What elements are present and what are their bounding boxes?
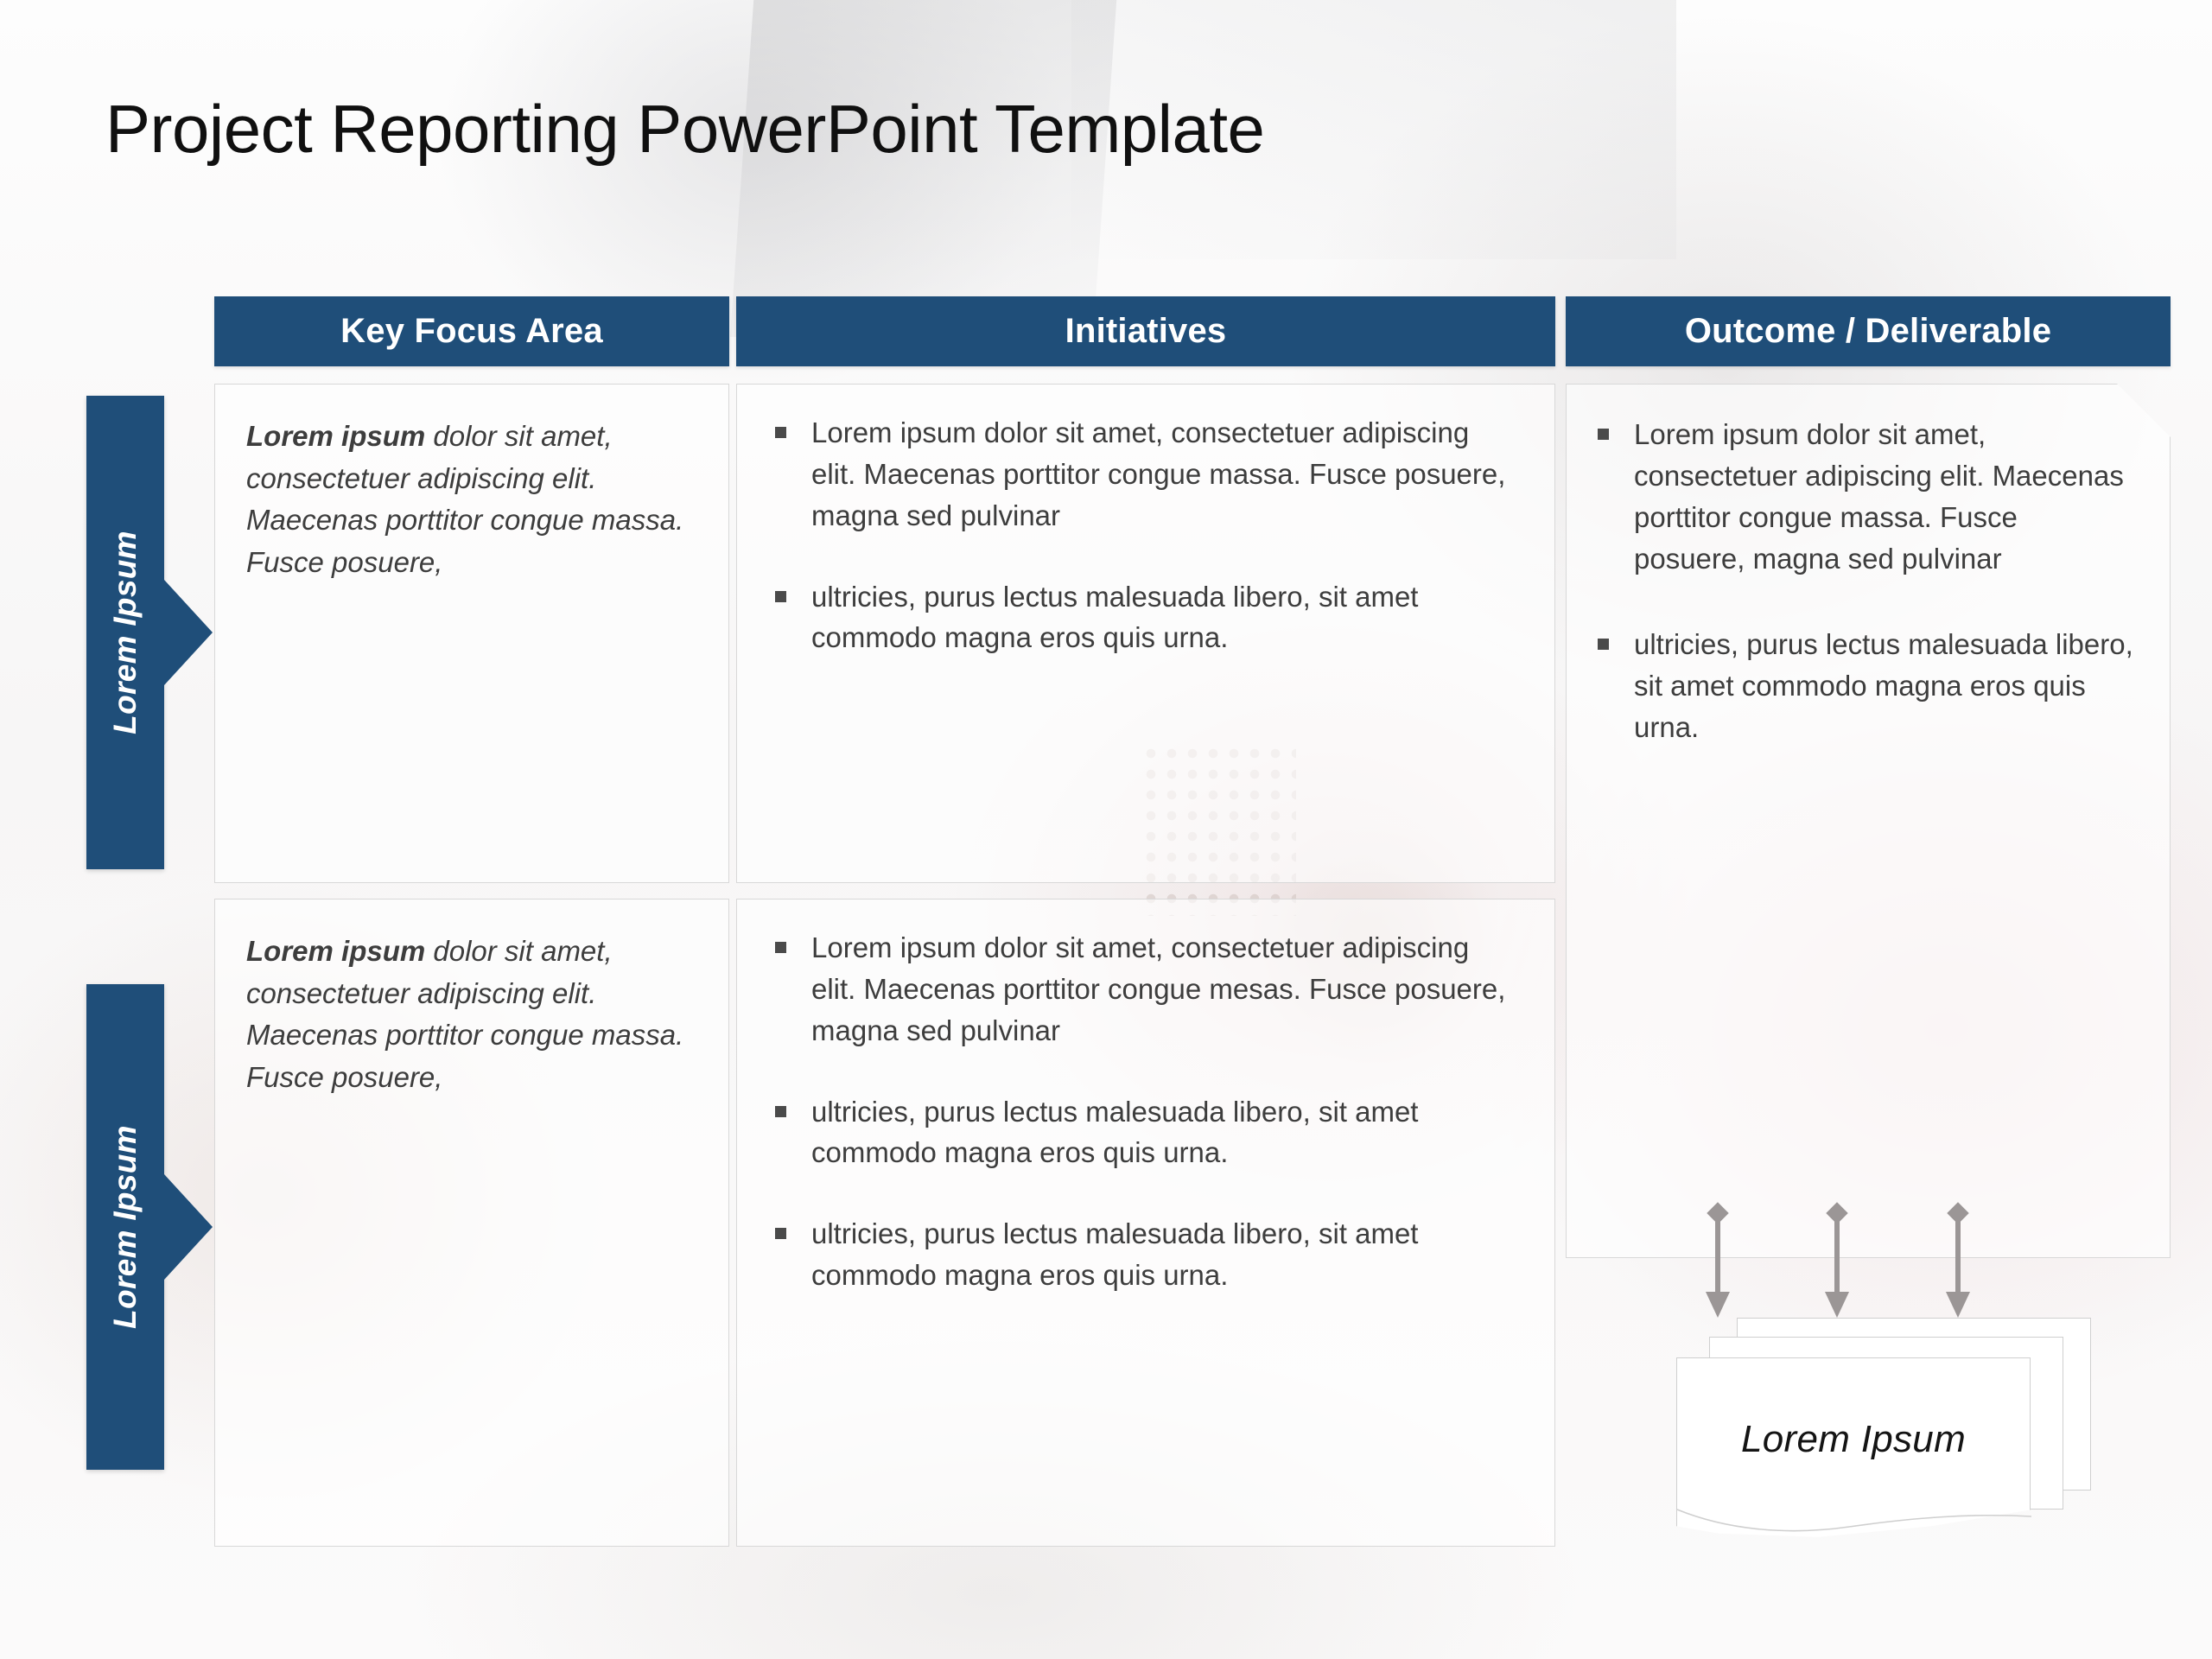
list-item-text: ultricies, purus lectus malesuada libero… [811, 1095, 1419, 1169]
arrow-right-icon [164, 1174, 213, 1280]
initiatives-list-row-1: Lorem ipsum dolor sit amet, consectetuer… [737, 385, 1554, 658]
key-focus-lead-row-2: Lorem ipsum [246, 935, 426, 967]
swimlane-tab-1: Lorem Ipsum [86, 396, 213, 869]
document-card-front: Lorem Ipsum [1676, 1357, 2031, 1537]
key-focus-lead-row-1: Lorem ipsum [246, 420, 426, 452]
list-item-text: ultricies, purus lectus malesuada libero… [811, 580, 1419, 654]
arrow-head [1946, 1292, 1970, 1318]
arrow-down-icon [1946, 1202, 1970, 1318]
swimlane-tab-2: Lorem Ipsum [86, 984, 213, 1470]
column-header-outcome-deliverable: Outcome / Deliverable [1566, 296, 2171, 366]
square-bullet-icon [775, 1228, 786, 1240]
deliverable-label: Lorem Ipsum [1740, 1418, 1967, 1460]
list-item: ultricies, purus lectus malesuada libero… [1594, 624, 2135, 748]
outcome-list: Lorem ipsum dolor sit amet, consectetuer… [1567, 385, 2170, 748]
cell-outcome-deliverable: Lorem ipsum dolor sit amet, consectetuer… [1566, 384, 2171, 1258]
arrow-down-icon [1706, 1202, 1730, 1318]
swimlane-label-2: Lorem Ipsum [107, 1125, 143, 1329]
initiatives-list-row-2: Lorem ipsum dolor sit amet, consectetuer… [737, 899, 1554, 1296]
background-shape-left [729, 0, 1120, 337]
arrow-head [1825, 1292, 1849, 1318]
swimlane-label-1: Lorem Ipsum [107, 531, 143, 734]
arrow-right-icon [164, 580, 213, 685]
arrow-shaft [1955, 1217, 1961, 1297]
column-header-initiatives: Initiatives [736, 296, 1555, 366]
key-focus-text-row-2: Lorem ipsum dolor sit amet, consectetuer… [215, 899, 728, 1098]
arrow-head [1706, 1292, 1730, 1318]
list-item-text: Lorem ipsum dolor sit amet, consectetuer… [811, 931, 1506, 1046]
list-item-text: ultricies, purus lectus malesuada libero… [811, 1217, 1419, 1292]
square-bullet-icon [1598, 429, 1609, 440]
list-item: ultricies, purus lectus malesuada libero… [772, 576, 1516, 659]
list-item-text: Lorem ipsum dolor sit amet, consectetuer… [1634, 418, 2124, 575]
square-bullet-icon [775, 942, 786, 953]
key-focus-text-row-1: Lorem ipsum dolor sit amet, consectetuer… [215, 385, 728, 583]
list-item: Lorem ipsum dolor sit amet, consectetuer… [772, 412, 1516, 537]
deliverable-stack-group: Lorem Ipsum [1676, 1202, 2126, 1551]
arrow-down-icon [1825, 1202, 1849, 1318]
square-bullet-icon [775, 590, 786, 602]
cell-initiatives-row-2: Lorem ipsum dolor sit amet, consectetuer… [736, 899, 1555, 1547]
list-item-text: ultricies, purus lectus malesuada libero… [1634, 628, 2133, 744]
square-bullet-icon [775, 427, 786, 438]
list-item-text: Lorem ipsum dolor sit amet, consectetuer… [811, 416, 1506, 531]
slide-canvas: Project Reporting PowerPoint Template Ke… [0, 0, 2212, 1659]
square-bullet-icon [1598, 639, 1609, 650]
cell-initiatives-row-1: Lorem ipsum dolor sit amet, consectetuer… [736, 384, 1555, 883]
list-item: ultricies, purus lectus malesuada libero… [772, 1091, 1516, 1174]
square-bullet-icon [775, 1105, 786, 1117]
page-title: Project Reporting PowerPoint Template [105, 91, 1265, 167]
arrow-shaft [1834, 1217, 1840, 1297]
cell-key-focus-row-1: Lorem ipsum dolor sit amet, consectetuer… [214, 384, 729, 883]
arrow-shaft [1715, 1217, 1720, 1297]
cell-key-focus-row-2: Lorem ipsum dolor sit amet, consectetuer… [214, 899, 729, 1547]
list-item: ultricies, purus lectus malesuada libero… [772, 1213, 1516, 1296]
column-header-key-focus-area: Key Focus Area [214, 296, 729, 366]
list-item: Lorem ipsum dolor sit amet, consectetuer… [1594, 414, 2135, 579]
list-item: Lorem ipsum dolor sit amet, consectetuer… [772, 927, 1516, 1052]
